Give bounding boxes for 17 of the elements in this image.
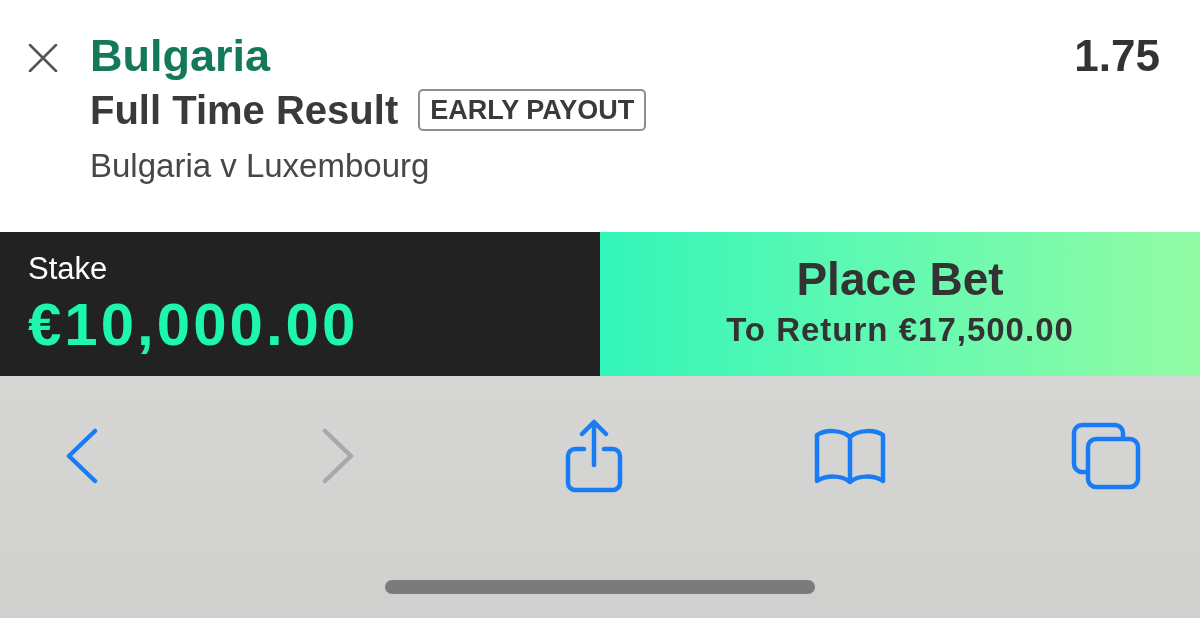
odds-value: 1.75	[1074, 30, 1160, 82]
selection-name: Bulgaria	[90, 30, 272, 82]
share-icon	[565, 419, 623, 493]
return-amount-text: To Return €17,500.00	[726, 311, 1074, 349]
close-icon	[28, 44, 58, 72]
stake-label: Stake	[28, 252, 108, 286]
event-name: Bulgaria v Luxembourg	[90, 146, 431, 186]
overlapping-squares-icon	[1071, 422, 1141, 490]
book-icon	[813, 427, 887, 485]
stake-amount: €10,000.00	[28, 294, 359, 356]
chevron-right-icon	[321, 428, 355, 484]
early-payout-tag: EARLY PAYOUT	[418, 89, 647, 131]
chevron-left-icon	[65, 428, 99, 484]
close-button[interactable]	[28, 44, 58, 72]
stake-panel[interactable]: Stake €10,000.00	[0, 232, 600, 376]
market-name: Full Time Result	[90, 88, 399, 132]
place-bet-button[interactable]: Place Bet To Return €17,500.00	[600, 232, 1200, 376]
